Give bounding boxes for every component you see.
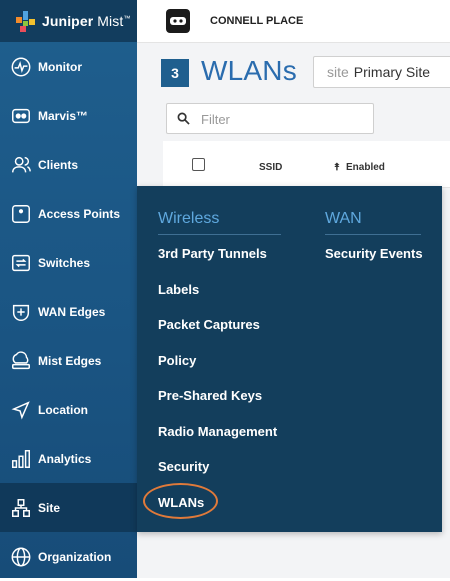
monitor-icon	[9, 55, 33, 79]
logo-text: Juniper Mist™	[42, 13, 131, 29]
sidebar-item-access-points[interactable]: Access Points	[0, 189, 137, 238]
page-title: WLANs	[201, 55, 297, 86]
site-selector-value: Primary Site	[353, 64, 431, 80]
site-selector[interactable]: site Primary Site	[313, 56, 450, 88]
sidebar-item-monitor[interactable]: Monitor	[0, 42, 137, 91]
table-header: SSID ⯭ Enabled	[163, 141, 450, 188]
sidebar-item-marvis[interactable]: Marvis™	[0, 91, 137, 140]
filter-placeholder: Filter	[201, 112, 230, 127]
clients-icon	[9, 153, 33, 177]
menu-item-radio-management[interactable]: Radio Management	[158, 424, 277, 439]
site-flyout-menu: Wireless WAN 3rd Party Tunnels Labels Pa…	[137, 186, 442, 532]
column-header-enabled[interactable]: ⯭ Enabled	[334, 162, 385, 173]
sidebar-item-label: Switches	[38, 255, 91, 270]
site-name[interactable]: CONNELL PLACE	[210, 15, 303, 27]
column-header-ssid[interactable]: SSID	[259, 162, 282, 173]
mist-edge-icon	[9, 349, 33, 373]
juniper-logo-icon	[16, 11, 35, 32]
logo[interactable]: Juniper Mist™	[0, 0, 137, 42]
wlan-count-badge: 3	[161, 59, 189, 87]
sidebar: Juniper Mist™ Monitor Marvis™ Clients Ac…	[0, 0, 137, 578]
sidebar-item-label: Marvis™	[38, 108, 89, 123]
top-bar: CONNELL PLACE	[137, 0, 450, 43]
sidebar-item-organization[interactable]: Organization	[0, 532, 137, 581]
menu-item-3rd-party-tunnels[interactable]: 3rd Party Tunnels	[158, 246, 267, 261]
wan-divider	[325, 234, 421, 235]
sidebar-item-label: Analytics	[38, 451, 92, 466]
analytics-icon	[9, 447, 33, 471]
sidebar-item-wan-edges[interactable]: WAN Edges	[0, 287, 137, 336]
sidebar-item-label: Mist Edges	[38, 353, 102, 368]
sidebar-item-label: Location	[38, 402, 88, 417]
sidebar-item-site[interactable]: Site	[0, 483, 137, 532]
switch-icon	[9, 251, 33, 275]
sidebar-item-switches[interactable]: Switches	[0, 238, 137, 287]
sidebar-item-clients[interactable]: Clients	[0, 140, 137, 189]
sort-icon: ⯭	[334, 162, 340, 173]
wan-edge-icon	[9, 300, 33, 324]
menu-item-security[interactable]: Security	[158, 459, 209, 474]
wireless-divider	[158, 234, 281, 235]
wireless-heading: Wireless	[158, 210, 220, 227]
sidebar-item-label: Clients	[38, 157, 79, 172]
marvis-icon	[9, 104, 33, 128]
search-icon	[177, 112, 190, 125]
site-icon	[9, 496, 33, 520]
site-avatar[interactable]	[166, 9, 190, 33]
menu-item-pre-shared-keys[interactable]: Pre-Shared Keys	[158, 388, 262, 403]
sidebar-item-analytics[interactable]: Analytics	[0, 434, 137, 483]
menu-item-wlans[interactable]: WLANs	[158, 495, 204, 510]
wan-heading: WAN	[325, 210, 362, 227]
organization-icon	[9, 545, 33, 569]
location-icon	[9, 398, 33, 422]
sidebar-item-label: Monitor	[38, 59, 82, 74]
select-all-checkbox[interactable]	[192, 158, 205, 171]
sidebar-item-mist-edges[interactable]: Mist Edges	[0, 336, 137, 385]
sidebar-item-label: Site	[38, 500, 61, 515]
column-header-enabled-label: Enabled	[346, 162, 385, 173]
sidebar-item-label: WAN Edges	[38, 304, 106, 319]
menu-item-policy[interactable]: Policy	[158, 353, 196, 368]
access-point-icon	[9, 202, 33, 226]
menu-item-security-events[interactable]: Security Events	[325, 246, 423, 261]
sidebar-item-location[interactable]: Location	[0, 385, 137, 434]
menu-item-packet-captures[interactable]: Packet Captures	[158, 317, 260, 332]
site-selector-label: site	[327, 64, 349, 80]
sidebar-item-label: Organization	[38, 549, 112, 564]
menu-item-labels[interactable]: Labels	[158, 282, 199, 297]
sidebar-item-label: Access Points	[38, 206, 121, 221]
filter-input[interactable]: Filter	[166, 103, 374, 134]
robot-icon	[170, 17, 186, 25]
